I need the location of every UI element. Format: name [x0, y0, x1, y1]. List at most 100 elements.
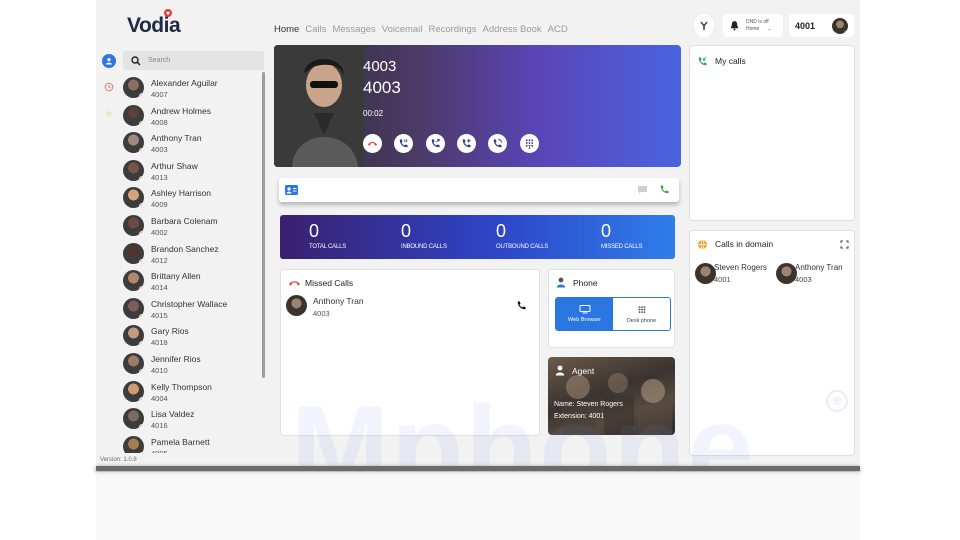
contact-item[interactable]: Brandon Sanchez 4012 [123, 241, 261, 269]
contact-avatar [123, 77, 144, 98]
stat-total-calls: 0 TOTAL CALLS [309, 221, 347, 250]
dialpad-button[interactable] [520, 134, 539, 153]
hangup-button[interactable] [363, 134, 382, 153]
contact-ext: 4013 [151, 172, 168, 182]
contact-avatar [123, 408, 144, 430]
contact-ext: 4009 [151, 200, 168, 210]
domain-call-avatar [776, 263, 797, 284]
status-dot [139, 258, 144, 264]
contact-ext: 4007 [151, 90, 168, 99]
dnd-toggle[interactable]: DND is off Home ⌄ [723, 14, 783, 37]
nav-calls[interactable]: Calls [305, 24, 326, 35]
call-icon[interactable] [659, 184, 670, 195]
contact-item[interactable]: Brittany Allen 4014 [123, 268, 261, 296]
contact-item[interactable]: Pamela Barnett 4005 [123, 434, 261, 453]
dial-bar[interactable] [279, 178, 679, 202]
dialpad-icon [638, 305, 645, 313]
contact-ext: 4008 [151, 117, 168, 127]
status-dot [139, 341, 144, 347]
chevron-down-icon: ⌄ [767, 25, 772, 32]
contact-item[interactable]: Gary Rios 4018 [123, 323, 261, 351]
contact-item[interactable]: Kelly Thompson 4004 [123, 379, 261, 407]
contact-item[interactable]: Ashley Harrison 4009 [123, 185, 261, 213]
search-input[interactable]: Search [123, 51, 264, 70]
reflection: Vodia Home Calls Messages Voicemail Reco… [96, 472, 860, 540]
caller-number: 4003 [363, 78, 401, 97]
missed-caller-avatar [286, 295, 307, 316]
contact-ext: 4018 [151, 338, 168, 348]
contact-item[interactable]: Alexander Aguilar 4007 [123, 75, 261, 103]
status-dot [139, 313, 144, 319]
contact-ext: 4015 [151, 310, 168, 320]
missed-caller-name: Anthony Tran [313, 296, 364, 306]
status-dot [139, 424, 144, 430]
call-timer: 00:02 [363, 109, 384, 118]
contact-avatar [123, 242, 144, 264]
my-extension: 4001 [795, 20, 816, 31]
contact-name: Brittany Allen [151, 271, 201, 282]
contact-item[interactable]: Lisa Valdez 4016 [123, 406, 261, 434]
missed-calls-title: Missed Calls [305, 278, 354, 288]
expand-icon[interactable] [840, 240, 849, 249]
call-back-icon[interactable] [516, 300, 527, 311]
status-dot [139, 93, 144, 98]
web-browser-option[interactable]: Web Browser [556, 298, 613, 330]
contact-item[interactable]: Christopher Wallace 4015 [123, 296, 261, 324]
contact-name: Andrew Holmes [151, 105, 211, 116]
user-icon [556, 277, 566, 288]
missed-caller-ext: 4003 [313, 309, 330, 318]
star-icon[interactable]: ☆ [102, 106, 116, 120]
contact-item[interactable]: Anthony Tran 4003 [123, 130, 261, 158]
agent-title: Agent [572, 366, 595, 376]
park-call-button[interactable] [488, 134, 507, 153]
account-menu[interactable]: 4001 [789, 14, 854, 37]
contact-ext: 4012 [151, 255, 168, 265]
contact-item[interactable]: Arthur Shaw 4013 [123, 158, 261, 186]
contact-avatar [123, 435, 144, 453]
transfer-call-button[interactable] [426, 134, 445, 153]
contact-avatar [123, 214, 144, 236]
stat-missed-calls: 0 MISSED CALLS [601, 221, 643, 250]
nav-acd[interactable]: ACD [548, 24, 568, 35]
user-icon [555, 365, 565, 376]
contact-ext: 4010 [151, 365, 168, 375]
user-icon[interactable] [102, 54, 116, 68]
domain-call-ext: 4001 [714, 275, 731, 284]
add-call-button[interactable] [457, 134, 476, 153]
contact-item[interactable]: Jennifer Rios 4010 [123, 351, 261, 379]
hangup-icon [367, 142, 378, 146]
agent-extension: Extension: 4001 [554, 413, 605, 420]
hold-button[interactable] [394, 134, 413, 153]
domain-call-name: Anthony Tran [795, 263, 843, 272]
status-dot [139, 286, 144, 292]
agent-card: Agent Name: Steven Rogers Extension: 400… [548, 357, 675, 435]
contact-name: Barbara Colenam [151, 215, 218, 226]
nav-voicemail[interactable]: Voicemail [382, 24, 423, 35]
app-window: Vodia Home Calls Messages Voicemail Reco… [96, 0, 860, 467]
status-dot [139, 230, 144, 236]
contact-avatar [123, 187, 144, 209]
reflection-divider [96, 466, 860, 471]
contact-avatar [123, 352, 144, 374]
contact-avatar [123, 380, 144, 402]
status-dot [139, 120, 144, 126]
transfer-button[interactable] [694, 14, 714, 37]
contact-name: Kelly Thompson [151, 381, 212, 392]
desk-phone-option[interactable]: Desk phone [613, 298, 670, 330]
nav-address-book[interactable]: Address Book [483, 24, 542, 35]
contact-list-scrollbar[interactable] [262, 72, 265, 378]
contact-name: Jennifer Rios [151, 353, 201, 364]
contact-item[interactable]: Andrew Holmes 4008 [123, 103, 261, 131]
clock-icon[interactable] [102, 80, 116, 94]
chat-icon[interactable] [637, 185, 648, 195]
contact-card-icon[interactable] [285, 185, 298, 195]
phone-mode-selector: Web Browser Desk phone [555, 297, 671, 331]
contact-ext: 4004 [151, 393, 168, 403]
nav-recordings[interactable]: Recordings [428, 24, 476, 35]
call-stats-bar: 0 TOTAL CALLS 0 INBOUND CALLS 0 OUTBOUND CA… [280, 215, 675, 259]
dialpad-icon [525, 139, 534, 149]
nav-home[interactable]: Home [274, 24, 299, 35]
contact-item[interactable]: Barbara Colenam 4002 [123, 213, 261, 241]
dnd-mode: Home [746, 25, 760, 32]
nav-messages[interactable]: Messages [332, 24, 375, 35]
